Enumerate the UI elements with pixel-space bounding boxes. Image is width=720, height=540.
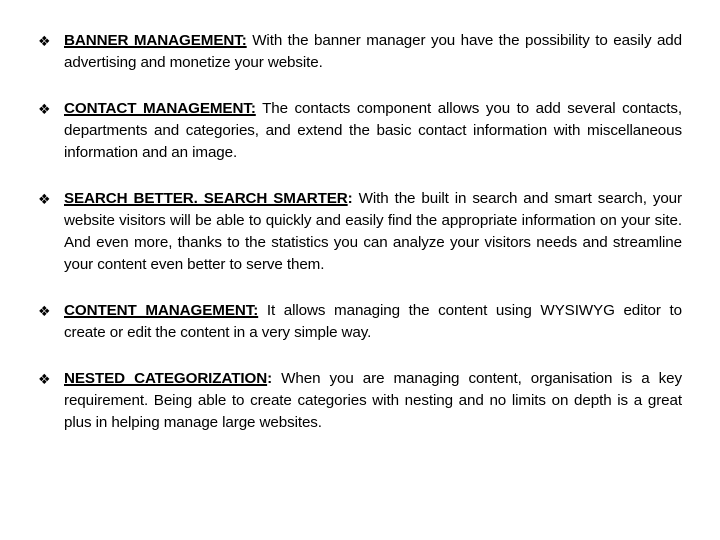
lead-in-heading-contact-management: CONTACT MANAGEMENT: [64, 100, 256, 117]
bullet-item-banner-management: ❖ BANNER MANAGEMENT: With the banner man… [38, 30, 682, 74]
paragraph-banner-management: BANNER MANAGEMENT: With the banner manag… [64, 30, 682, 74]
diamond-bullet-icon: ❖ [38, 34, 51, 50]
diamond-bullet-icon: ❖ [38, 304, 51, 320]
bullet-item-content-management: ❖ CONTENT MANAGEMENT: It allows managing… [38, 300, 682, 344]
lead-in-heading-content-management: CONTENT MANAGEMENT: [64, 302, 259, 319]
paragraph-nested-categorization: NESTED CATEGORIZATION: When you are mana… [64, 368, 682, 434]
bullet-item-nested-categorization: ❖ NESTED CATEGORIZATION: When you are ma… [38, 368, 682, 434]
bullet-item-contact-management: ❖ CONTACT MANAGEMENT: The contacts compo… [38, 98, 682, 164]
paragraph-search-better-search-smarter: SEARCH BETTER. SEARCH SMARTER: With the … [64, 188, 682, 276]
feature-bullet-list: ❖ BANNER MANAGEMENT: With the banner man… [38, 30, 682, 434]
paragraph-content-management: CONTENT MANAGEMENT: It allows managing t… [64, 300, 682, 344]
bullet-item-search-better-search-smarter: ❖ SEARCH BETTER. SEARCH SMARTER: With th… [38, 188, 682, 276]
diamond-bullet-icon: ❖ [38, 102, 51, 118]
slide-canvas: ❖ BANNER MANAGEMENT: With the banner man… [0, 0, 720, 540]
diamond-bullet-icon: ❖ [38, 192, 51, 208]
lead-in-heading-nested-categorization: NESTED CATEGORIZATION [64, 370, 268, 387]
lead-in-heading-search-better-search-smarter: SEARCH BETTER. SEARCH SMARTER [64, 190, 348, 207]
diamond-bullet-icon: ❖ [38, 372, 51, 388]
paragraph-contact-management: CONTACT MANAGEMENT: The contacts compone… [64, 98, 682, 164]
lead-in-heading-banner-management: BANNER MANAGEMENT: [64, 32, 247, 49]
